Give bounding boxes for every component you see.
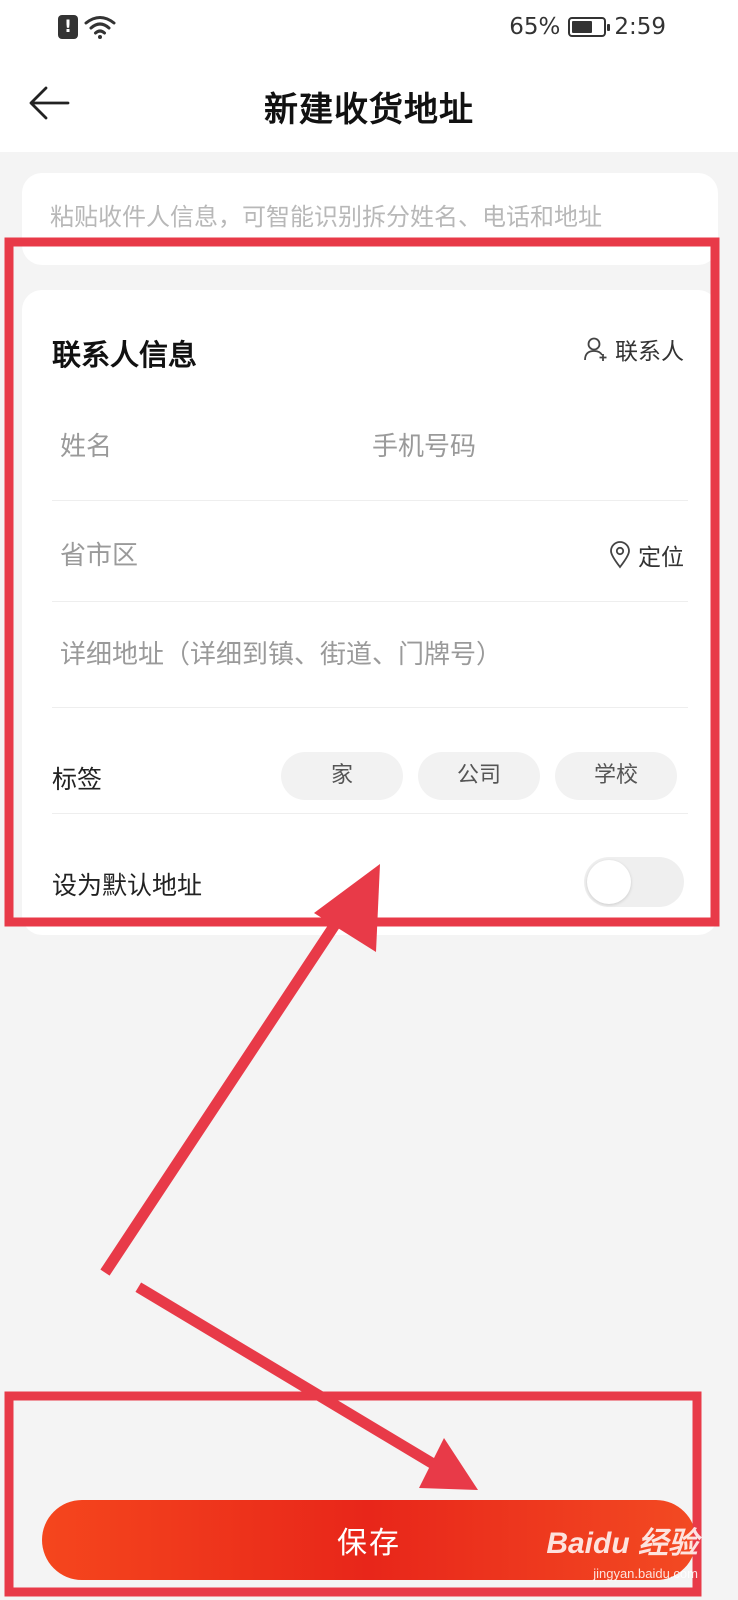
tag-school[interactable]: 学校 <box>555 752 677 800</box>
battery-level <box>572 21 592 33</box>
divider <box>52 813 688 814</box>
default-address-toggle[interactable] <box>584 857 684 907</box>
toggle-knob <box>587 860 631 904</box>
divider <box>52 707 688 708</box>
smart-paste-card <box>22 173 718 265</box>
detail-address-row <box>52 640 688 670</box>
status-icons-left: ! <box>58 14 116 40</box>
wifi-icon <box>84 16 116 39</box>
phone-input[interactable] <box>372 432 672 462</box>
arrow-down-head <box>419 1438 478 1490</box>
contact-info-card: 联系人信息 联系人 省市区 定位 标签 家 公司 学校 设为默认地址 <box>22 290 718 935</box>
page-title: 新建收货地址 <box>264 90 474 130</box>
location-pin-icon <box>610 541 630 569</box>
contact-info-title: 联系人信息 <box>52 338 198 372</box>
locate-link[interactable]: 定位 <box>608 538 684 572</box>
tag-home[interactable]: 家 <box>281 752 403 800</box>
status-icons-right: 65% 2:59 <box>509 14 666 40</box>
baidu-watermark-url: jingyan.baidu.com <box>593 1566 698 1581</box>
arrow-up-shaft <box>100 909 348 1276</box>
battery-percent: 65% <box>509 14 561 40</box>
divider <box>52 500 688 501</box>
clock: 2:59 <box>614 14 666 40</box>
detail-address-input[interactable] <box>60 640 680 670</box>
baidu-watermark: Baidu 经验 <box>546 1527 698 1560</box>
contacts-picker-link[interactable]: 联系人 <box>583 332 684 366</box>
divider <box>52 601 688 602</box>
person-add-icon <box>584 337 607 361</box>
region-selector[interactable]: 省市区 <box>60 541 138 571</box>
name-input[interactable] <box>60 432 340 462</box>
status-bar: ! 65% 2:59 <box>0 0 738 56</box>
smart-paste-input[interactable] <box>50 203 690 231</box>
app-header: 新建收货地址 <box>0 56 738 152</box>
battery-icon <box>568 17 611 37</box>
region-row[interactable]: 省市区 <box>52 535 688 572</box>
arrow-down-shaft <box>135 1282 438 1470</box>
tag-company[interactable]: 公司 <box>418 752 540 800</box>
locate-label: 定位 <box>638 545 684 571</box>
default-address-label: 设为默认地址 <box>52 871 203 900</box>
alert-icon: ! <box>58 15 78 39</box>
contacts-link-label: 联系人 <box>615 339 684 365</box>
tags-label: 标签 <box>52 765 103 794</box>
